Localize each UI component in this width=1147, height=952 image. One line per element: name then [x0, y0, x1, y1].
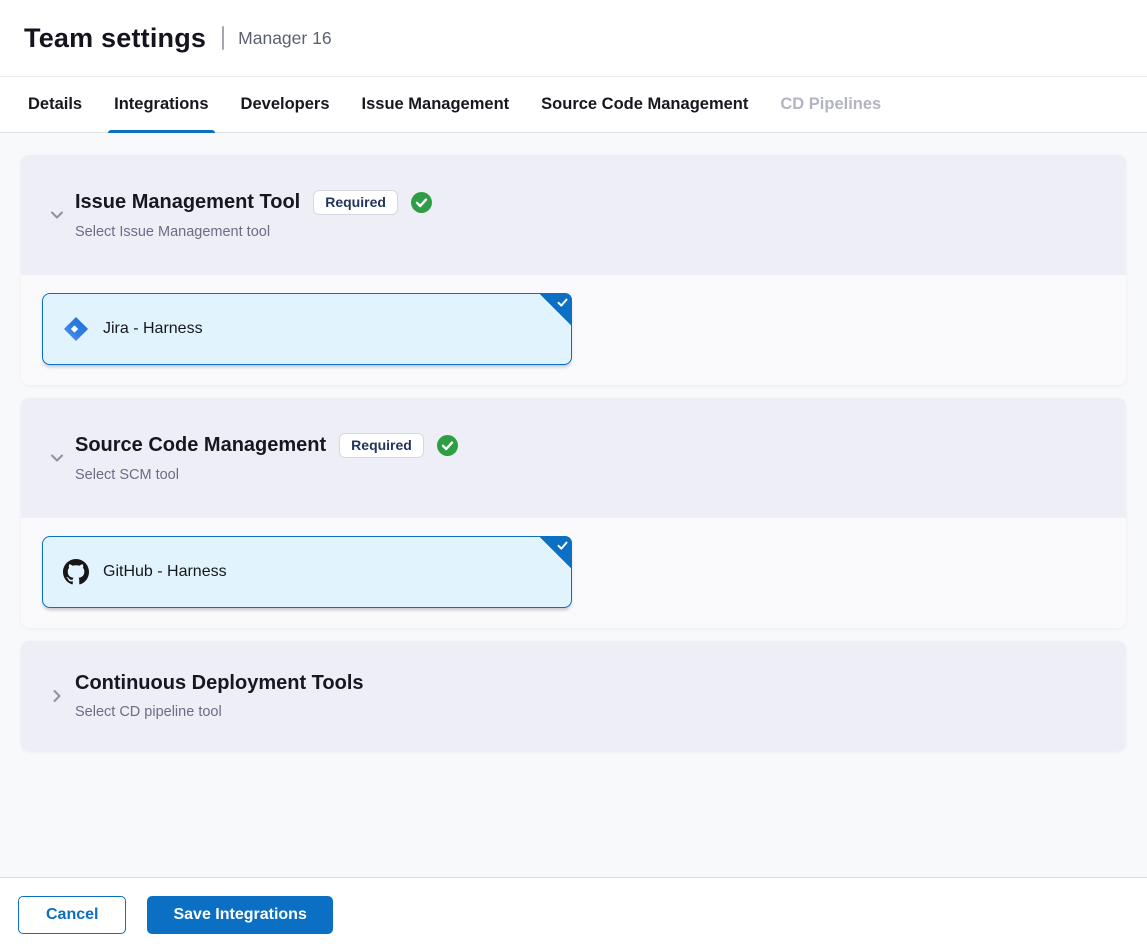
section-subtitle: Select SCM tool	[75, 467, 458, 483]
tab-integrations[interactable]: Integrations	[98, 77, 224, 132]
tab-source-code-management[interactable]: Source Code Management	[525, 77, 764, 132]
section-subtitle: Select Issue Management tool	[75, 224, 432, 240]
tool-card-jira[interactable]: Jira - Harness	[42, 293, 572, 365]
section-issue-management-header[interactable]: Issue Management Tool Required Select Is…	[21, 155, 1126, 275]
section-issue-management-body: Jira - Harness	[21, 275, 1126, 385]
page-header: Team settings Manager 16	[0, 0, 1147, 77]
selected-corner-check-icon	[539, 536, 572, 569]
tab-issue-management[interactable]: Issue Management	[346, 77, 526, 132]
chevron-right-icon[interactable]	[48, 687, 66, 705]
tab-details[interactable]: Details	[12, 77, 98, 132]
section-cd-header[interactable]: Continuous Deployment Tools Select CD pi…	[21, 641, 1126, 751]
save-integrations-button[interactable]: Save Integrations	[147, 896, 332, 934]
section-continuous-deployment: Continuous Deployment Tools Select CD pi…	[21, 641, 1126, 751]
tab-cd-pipelines: CD Pipelines	[764, 77, 897, 132]
github-icon	[63, 559, 89, 585]
tool-card-label: GitHub - Harness	[103, 563, 227, 581]
title-divider	[222, 26, 224, 50]
tab-bar: Details Integrations Developers Issue Ma…	[0, 77, 1147, 133]
page-title: Team settings	[24, 23, 206, 54]
integrations-content: Issue Management Tool Required Select Is…	[0, 133, 1147, 877]
page-subtitle: Manager 16	[238, 28, 331, 49]
footer-action-bar: Cancel Save Integrations	[0, 877, 1147, 952]
check-circle-icon	[437, 435, 458, 456]
check-circle-icon	[411, 192, 432, 213]
required-badge: Required	[339, 433, 424, 459]
chevron-down-icon[interactable]	[48, 206, 66, 224]
cancel-button[interactable]: Cancel	[18, 896, 126, 934]
team-settings-page: Team settings Manager 16 Details Integra…	[0, 0, 1147, 952]
selected-corner-check-icon	[539, 293, 572, 326]
required-badge: Required	[313, 190, 398, 216]
section-title: Continuous Deployment Tools	[75, 672, 364, 695]
section-subtitle: Select CD pipeline tool	[75, 704, 364, 720]
section-source-code-management: Source Code Management Required Select S…	[21, 398, 1126, 628]
tab-developers[interactable]: Developers	[225, 77, 346, 132]
tool-card-github[interactable]: GitHub - Harness	[42, 536, 572, 608]
chevron-down-icon[interactable]	[48, 449, 66, 467]
jira-icon	[63, 316, 89, 342]
section-scm-header[interactable]: Source Code Management Required Select S…	[21, 398, 1126, 518]
section-title: Issue Management Tool	[75, 191, 300, 214]
section-title: Source Code Management	[75, 434, 326, 457]
tool-card-label: Jira - Harness	[103, 320, 203, 338]
section-scm-body: GitHub - Harness	[21, 518, 1126, 628]
section-issue-management-tool: Issue Management Tool Required Select Is…	[21, 155, 1126, 385]
